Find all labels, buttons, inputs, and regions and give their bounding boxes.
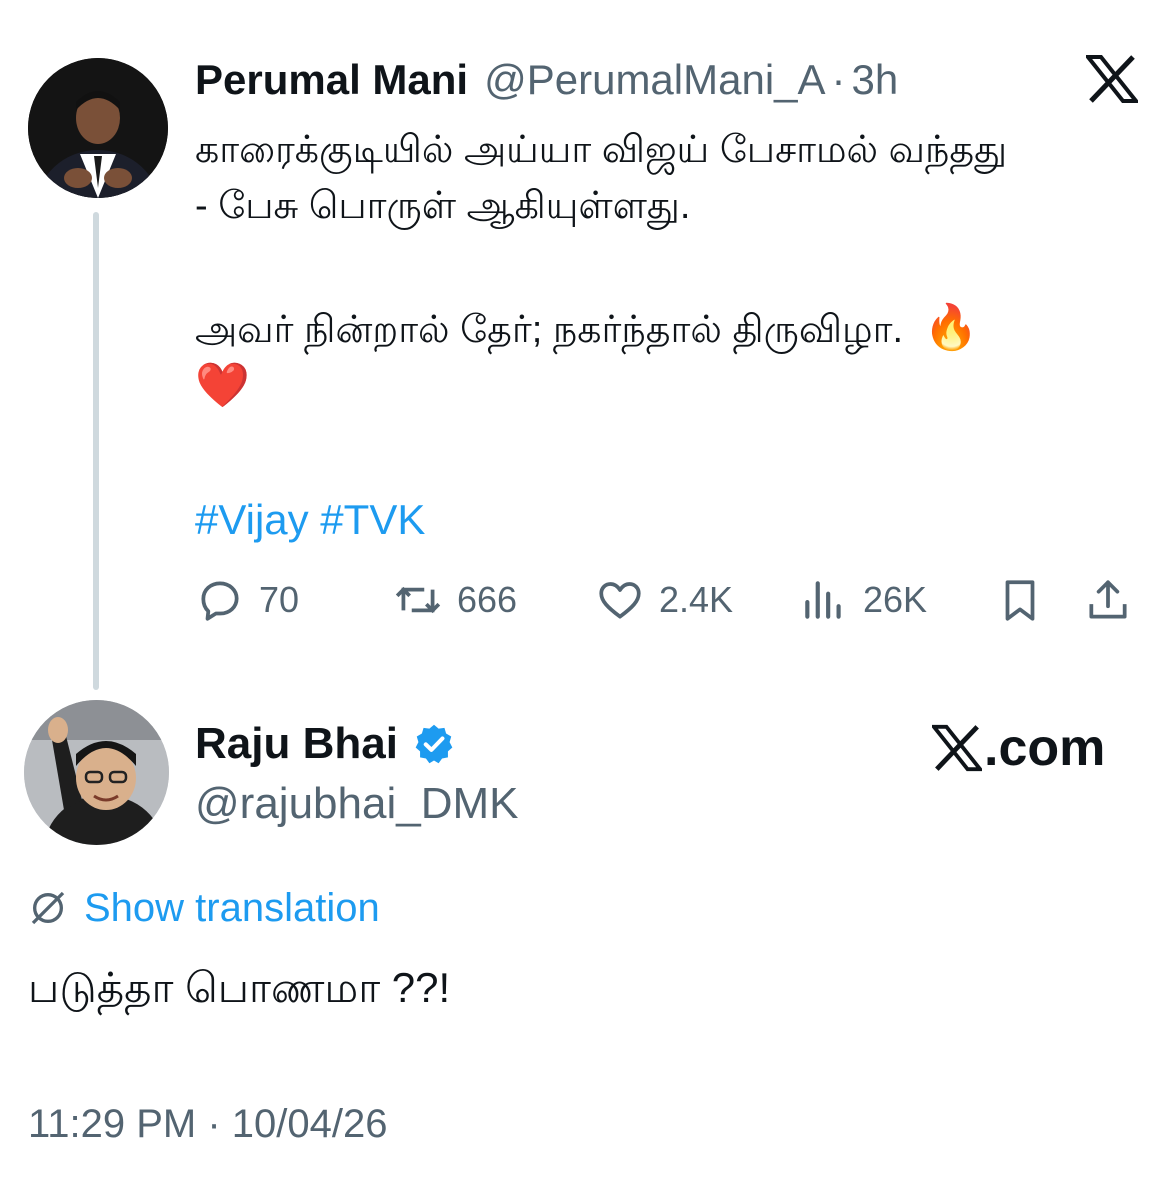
views-chart-icon <box>805 581 841 619</box>
heart-icon <box>599 582 641 619</box>
avatar-perumal-mani[interactable] <box>28 58 168 198</box>
reply-author-handle[interactable]: @rajubhai_DMK <box>195 774 518 834</box>
reply-author-name[interactable]: Raju Bhai <box>195 719 398 769</box>
parent-author-name[interactable]: Perumal Mani <box>195 52 468 108</box>
thread-connector-line <box>93 212 99 690</box>
reply-timestamp[interactable]: 11:29 PM · 10/04/26 <box>28 1096 388 1152</box>
tweet-text-line: - பேசு பொருள் ஆகியுள்ளது. <box>195 185 691 227</box>
reply-icon <box>201 581 239 621</box>
bookmark-button[interactable] <box>995 572 1045 628</box>
tweet-text-line-3: அவர் நின்றால் தேர்; நகர்ந்தால் திருவிழா. <box>195 309 904 351</box>
share-button[interactable] <box>1083 572 1133 628</box>
x-logo-icon <box>932 724 982 772</box>
views-button[interactable]: 26K <box>799 572 927 628</box>
bookmark-icon <box>1005 580 1035 621</box>
translate-globe-icon <box>31 891 65 925</box>
reply-author-row: Raju Bhai <box>195 714 456 774</box>
like-button[interactable]: 2.4K <box>595 572 733 628</box>
tweet-text-line: காரைக்குடியில் அய்யா விஜய் பேசாமல் வந்தத… <box>195 129 1008 171</box>
parent-hashtags[interactable]: #Vijay #TVK <box>195 492 425 548</box>
parent-tweet-text: காரைக்குடியில் அய்யா விஜய் பேசாமல் வந்தத… <box>195 122 1140 414</box>
reply-button[interactable]: 70 <box>195 572 299 628</box>
views-count: 26K <box>863 579 928 620</box>
parent-time-ago[interactable]: 3h <box>852 52 899 108</box>
x-com-watermark: .com <box>932 716 1105 780</box>
show-translation-label: Show translation <box>84 885 380 930</box>
parent-author-handle[interactable]: @PerumalMani_A <box>484 52 825 108</box>
reply-tweet-text: படுத்தா பொணமா ??! <box>28 964 451 1011</box>
repost-count: 666 <box>457 579 518 620</box>
share-icon <box>1089 580 1127 619</box>
x-com-domain: .com <box>984 719 1106 777</box>
verified-badge-icon[interactable] <box>412 722 456 766</box>
repost-icon <box>395 586 441 614</box>
tweet-screenshot: Perumal Mani @PerumalMani_A · 3h காரைக்க… <box>0 0 1170 1187</box>
parent-tweet-header: Perumal Mani @PerumalMani_A · 3h <box>195 52 898 108</box>
reply-count: 70 <box>259 579 300 620</box>
header-separator: · <box>831 56 846 103</box>
avatar-raju-bhai[interactable] <box>24 700 169 845</box>
like-count: 2.4K <box>659 579 734 620</box>
tweet-text-line: அவர் நின்றால் தேர்; நகர்ந்தால் திருவிழா.… <box>195 300 1140 358</box>
repost-button[interactable]: 666 <box>393 572 517 628</box>
x-logo-icon <box>1083 55 1141 103</box>
tweet-action-bar: 70 666 2.4K 26K <box>195 572 1140 628</box>
heart-emoji-icon: ❤️ <box>195 361 250 410</box>
show-translation-link[interactable]: Show translation <box>28 880 380 936</box>
fire-emoji-icon: 🔥 <box>923 303 979 352</box>
